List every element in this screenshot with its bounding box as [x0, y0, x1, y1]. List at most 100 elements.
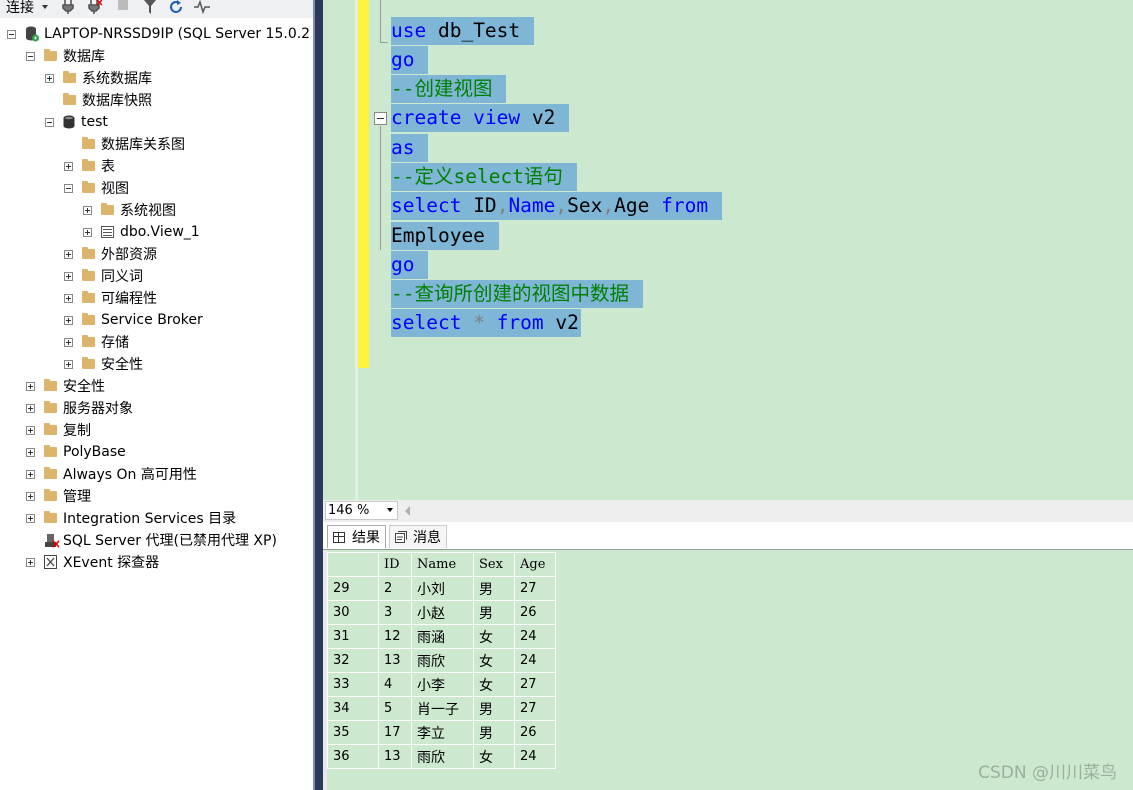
- cell-sex[interactable]: 女: [473, 624, 515, 649]
- table-row[interactable]: 36 13 雨欣女 24: [327, 744, 556, 769]
- cell-id[interactable]: 12: [378, 624, 412, 649]
- tree-db-security[interactable]: 安全性: [64, 353, 143, 375]
- expand-icon[interactable]: [64, 249, 73, 259]
- cell-id[interactable]: 5: [378, 696, 412, 721]
- cell-sex[interactable]: 女: [473, 648, 515, 673]
- row-number[interactable]: 35: [327, 720, 379, 745]
- row-number[interactable]: 36: [327, 744, 379, 769]
- tree-service-broker[interactable]: Service Broker: [64, 309, 203, 331]
- row-number[interactable]: 31: [327, 624, 379, 649]
- expand-icon[interactable]: [64, 293, 73, 303]
- tree-synonyms[interactable]: 同义词: [64, 265, 143, 287]
- expand-icon[interactable]: [26, 381, 35, 391]
- expand-icon[interactable]: [26, 403, 35, 413]
- expand-icon[interactable]: [83, 227, 92, 237]
- expand-icon[interactable]: [26, 425, 35, 435]
- tree-xevent-profiler[interactable]: XEvent 探查器: [26, 551, 159, 573]
- cell-age[interactable]: 24: [514, 648, 556, 673]
- tree-storage[interactable]: 存储: [64, 331, 129, 353]
- row-number-header[interactable]: [327, 552, 379, 577]
- query-editor[interactable]: use db_Test go --创建视图 create view v2 as …: [323, 0, 1133, 500]
- code-line[interactable]: --定义select语句: [391, 163, 577, 191]
- collapse-icon[interactable]: [7, 29, 16, 39]
- connect-dropdown-icon[interactable]: [42, 5, 48, 9]
- table-row[interactable]: 30 3 小赵男 26: [327, 600, 556, 625]
- row-number[interactable]: 32: [327, 648, 379, 673]
- scroll-left-icon[interactable]: [405, 506, 410, 516]
- cell-age[interactable]: 24: [514, 744, 556, 769]
- tree-polybase[interactable]: PolyBase: [26, 441, 126, 463]
- zoom-dropdown-icon[interactable]: [387, 508, 393, 512]
- code-line[interactable]: use db_Test: [391, 17, 535, 45]
- column-header[interactable]: Name: [411, 552, 474, 577]
- tree-management[interactable]: 管理: [26, 485, 91, 507]
- row-number[interactable]: 34: [327, 696, 379, 721]
- expand-icon[interactable]: [45, 73, 54, 83]
- code-line[interactable]: --创建视图: [391, 75, 507, 103]
- cell-id[interactable]: 17: [378, 720, 412, 745]
- column-header[interactable]: ID: [378, 552, 412, 577]
- cell-name[interactable]: 小刘: [411, 576, 474, 601]
- cell-sex[interactable]: 男: [473, 576, 515, 601]
- column-header[interactable]: Age: [514, 552, 556, 577]
- connect-plug-icon[interactable]: [60, 0, 76, 14]
- table-row[interactable]: 34 5 肖一子男 27: [327, 696, 556, 721]
- expand-icon[interactable]: [26, 447, 35, 457]
- code-line[interactable]: Employee: [391, 222, 499, 250]
- code-line[interactable]: select * from v2: [391, 309, 581, 337]
- code-line[interactable]: as: [391, 134, 429, 162]
- cell-name[interactable]: 雨欣: [411, 648, 474, 673]
- collapse-icon[interactable]: [26, 51, 35, 61]
- cell-age[interactable]: 27: [514, 576, 556, 601]
- tree-server[interactable]: LAPTOP-NRSSD9IP (SQL Server 15.0.2: [7, 23, 310, 45]
- tree-database-snapshots[interactable]: 数据库快照: [45, 89, 152, 111]
- cell-id[interactable]: 4: [378, 672, 412, 697]
- table-row[interactable]: 31 12 雨涵女 24: [327, 624, 556, 649]
- expand-icon[interactable]: [64, 337, 73, 347]
- tree-integration-services[interactable]: Integration Services 目录: [26, 507, 236, 529]
- tab-messages[interactable]: 消息: [389, 525, 447, 548]
- filter-icon[interactable]: [142, 0, 158, 14]
- cell-name[interactable]: 小李: [411, 672, 474, 697]
- code-line[interactable]: go: [391, 251, 429, 279]
- refresh-icon[interactable]: [168, 0, 184, 14]
- cell-age[interactable]: 26: [514, 600, 556, 625]
- tree-views[interactable]: 视图: [64, 177, 129, 199]
- tree-sql-agent[interactable]: SQL Server 代理(已禁用代理 XP): [26, 529, 277, 551]
- tree-external-resources[interactable]: 外部资源: [64, 243, 157, 265]
- expand-icon[interactable]: [64, 161, 73, 171]
- expand-icon[interactable]: [26, 469, 35, 479]
- stop-icon[interactable]: [118, 0, 128, 10]
- tab-results[interactable]: 结果: [327, 525, 386, 548]
- cell-age[interactable]: 27: [514, 672, 556, 697]
- cell-sex[interactable]: 男: [473, 600, 515, 625]
- cell-id[interactable]: 13: [378, 648, 412, 673]
- tree-tables[interactable]: 表: [64, 155, 115, 177]
- cell-id[interactable]: 13: [378, 744, 412, 769]
- tree-database-diagrams[interactable]: 数据库关系图: [64, 133, 185, 155]
- column-header[interactable]: Sex: [473, 552, 515, 577]
- tree-programmability[interactable]: 可编程性: [64, 287, 157, 309]
- expand-icon[interactable]: [26, 513, 35, 523]
- row-number[interactable]: 30: [327, 600, 379, 625]
- cell-id[interactable]: 2: [378, 576, 412, 601]
- collapse-icon[interactable]: [64, 183, 73, 193]
- expand-icon[interactable]: [64, 359, 73, 369]
- cell-age[interactable]: 27: [514, 696, 556, 721]
- expand-icon[interactable]: [83, 205, 92, 215]
- cell-name[interactable]: 雨欣: [411, 744, 474, 769]
- cell-name[interactable]: 雨涵: [411, 624, 474, 649]
- activity-monitor-icon[interactable]: [194, 0, 210, 14]
- tree-databases[interactable]: 数据库: [26, 45, 105, 67]
- expand-icon[interactable]: [26, 491, 35, 501]
- tree-system-views[interactable]: 系统视图: [83, 199, 176, 221]
- tree-test-database[interactable]: test: [45, 111, 108, 133]
- cell-sex[interactable]: 女: [473, 672, 515, 697]
- cell-id[interactable]: 3: [378, 600, 412, 625]
- cell-age[interactable]: 26: [514, 720, 556, 745]
- row-number[interactable]: 29: [327, 576, 379, 601]
- code-line[interactable]: go: [391, 46, 429, 74]
- disconnect-icon[interactable]: [86, 0, 102, 14]
- tree-system-databases[interactable]: 系统数据库: [45, 67, 152, 89]
- table-row[interactable]: 29 2 小刘男 27: [327, 576, 556, 601]
